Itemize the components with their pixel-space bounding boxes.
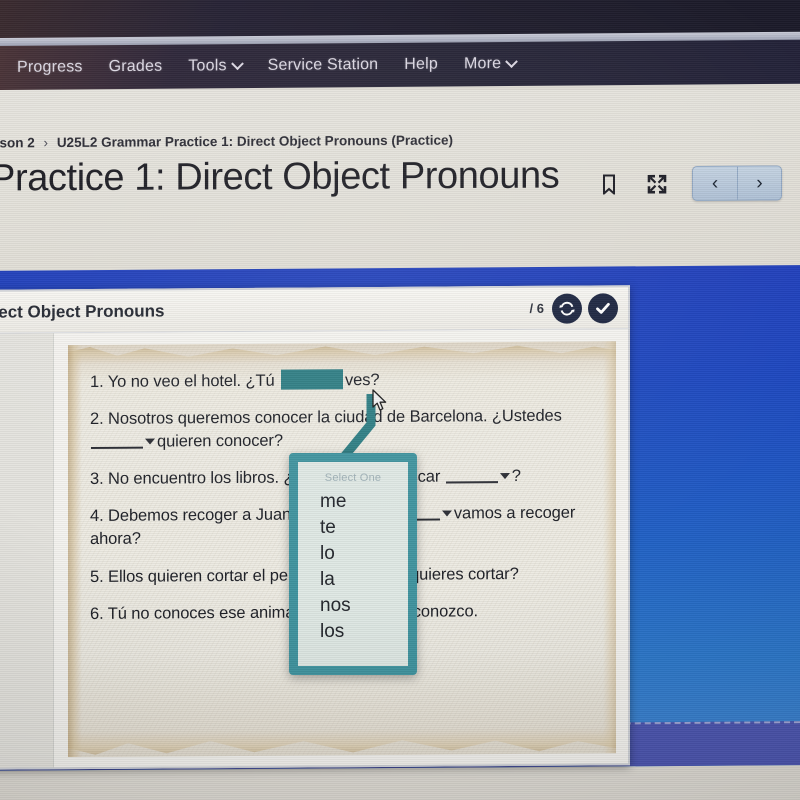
breadcrumb: sson 2 › U25L2 Grammar Practice 1: Direc… [0,133,453,151]
question-number: 3. [90,470,109,489]
dropdown-placeholder: Select One [324,472,382,484]
nav-item-help[interactable]: Help [391,55,451,73]
instructions-line: e direct [0,541,45,564]
bookmark-icon[interactable] [596,171,622,197]
parchment-edge-right [603,341,616,754]
dropdown-options: me te lo la nos los [298,489,408,645]
answer-dropdown-blank[interactable] [445,468,498,484]
instructions-line: oun. Choose [0,605,45,628]
activity-header-controls: / 6 [529,292,618,324]
instructions-line: e verb. [0,476,45,499]
instructions-line: rect object. [0,412,45,435]
question-text: quieres cortar? [410,564,519,584]
instructions-line: e are [0,519,45,542]
dropdown-option-me[interactable]: me [298,489,408,515]
breadcrumb-current[interactable]: U25L2 Grammar Practice 1: Direct Object … [57,133,453,150]
nav-item-grades[interactable]: Grades [96,58,176,77]
instructions-line: t sentence [0,391,45,414]
nav-item-progress[interactable]: Progress [4,58,96,77]
nav-item-label: Help [404,55,438,73]
page-nav-buttons: ‹ › [692,165,782,201]
header-tools: ‹ › [596,165,782,201]
question-text: Yo no veo el hotel. ¿Tú [107,371,280,391]
instructions-line: sk WHO or [0,434,45,457]
activity-title: mar Practice 1: Direct Object Pronouns [0,300,165,322]
dropdown-option-la[interactable]: la [298,567,408,593]
chevron-down-icon [505,54,519,68]
refresh-icon[interactable] [552,293,582,324]
main-navbar: Progress Grades Tools Service Station Help Mo… [0,39,800,90]
parchment-edge-left [68,345,82,758]
nav-item-label: Tools [188,57,227,75]
nav-item-tools[interactable]: Tools [175,56,254,76]
chevron-down-icon[interactable] [499,473,510,480]
chevron-down-icon[interactable] [145,438,155,445]
parchment-edge-top [68,341,616,365]
parchment-edge-bottom [68,727,616,757]
chevron-down-icon [230,56,244,70]
chevron-down-icon[interactable] [441,510,452,517]
instructions-line: m the drop [0,648,45,671]
nav-item-label: More [463,55,502,73]
question-number: 2. [90,409,109,429]
screen: Progress Grades Tools Service Station Help Mo… [0,0,800,800]
score-indicator: / 6 [529,300,544,316]
breadcrumb-parent[interactable]: sson 2 [0,135,35,150]
page-header: sson 2 › U25L2 Grammar Practice 1: Direc… [0,90,800,272]
question-text: Nosotros queremos conocer la ciudad de B… [108,406,562,428]
pronoun-dropdown[interactable]: Select One me te lo la nos los [289,453,417,675]
dropdown-option-los[interactable]: los [298,619,408,645]
answer-dropdown-blank[interactable] [91,433,143,450]
instructions-line: th a direct [0,584,45,607]
instructions-line: bject [0,627,45,650]
page-title: Practice 1: Direct Object Pronouns [0,154,560,200]
activity-header: mar Practice 1: Direct Object Pronouns /… [0,287,628,335]
instructions-text: sentence.t sentencerect object.sk WHO or… [0,369,45,713]
prev-page-button[interactable]: ‹ [693,166,737,200]
instructions-panel: ns sentence.t sentencerect object.sk WHO… [0,333,54,771]
nav-item-label: Progress [17,58,83,76]
question-item: 1. Yo no veo el hotel. ¿Tú ves? [90,367,600,394]
instructions-line: ceiving the [0,455,45,478]
answer-dropdown-selected[interactable] [281,369,344,390]
dropdown-option-te[interactable]: te [298,515,408,541]
next-page-button[interactable]: › [737,166,781,200]
instructions-line: the first [0,562,45,585]
question-text: ? [511,467,521,486]
question-number: 6. [90,604,108,623]
nav-item-more[interactable]: More [451,54,529,74]
instructions-line: at agrees [0,669,45,692]
question-number: 4. [90,507,109,526]
instructions-line: ond [0,498,45,521]
question-text: conozco. [412,601,479,621]
nav-item-label: Service Station [267,56,379,74]
dropdown-option-lo[interactable]: lo [298,541,408,567]
nav-item-service-station[interactable]: Service Station [255,56,392,75]
question-number: 5. [90,567,109,586]
question-number: 1. [90,372,108,391]
fullscreen-icon[interactable] [644,171,670,197]
question-text: ves? [345,370,380,390]
instructions-line: sentence. [0,369,45,392]
nav-item-label: Grades [108,57,163,76]
breadcrumb-separator: › [43,135,49,151]
instructions-title: ns [0,343,45,364]
question-text: quieren conocer? [157,431,283,451]
dropdown-option-nos[interactable]: nos [298,593,408,619]
check-icon[interactable] [588,292,618,324]
instructions-line: ou are [0,691,45,714]
